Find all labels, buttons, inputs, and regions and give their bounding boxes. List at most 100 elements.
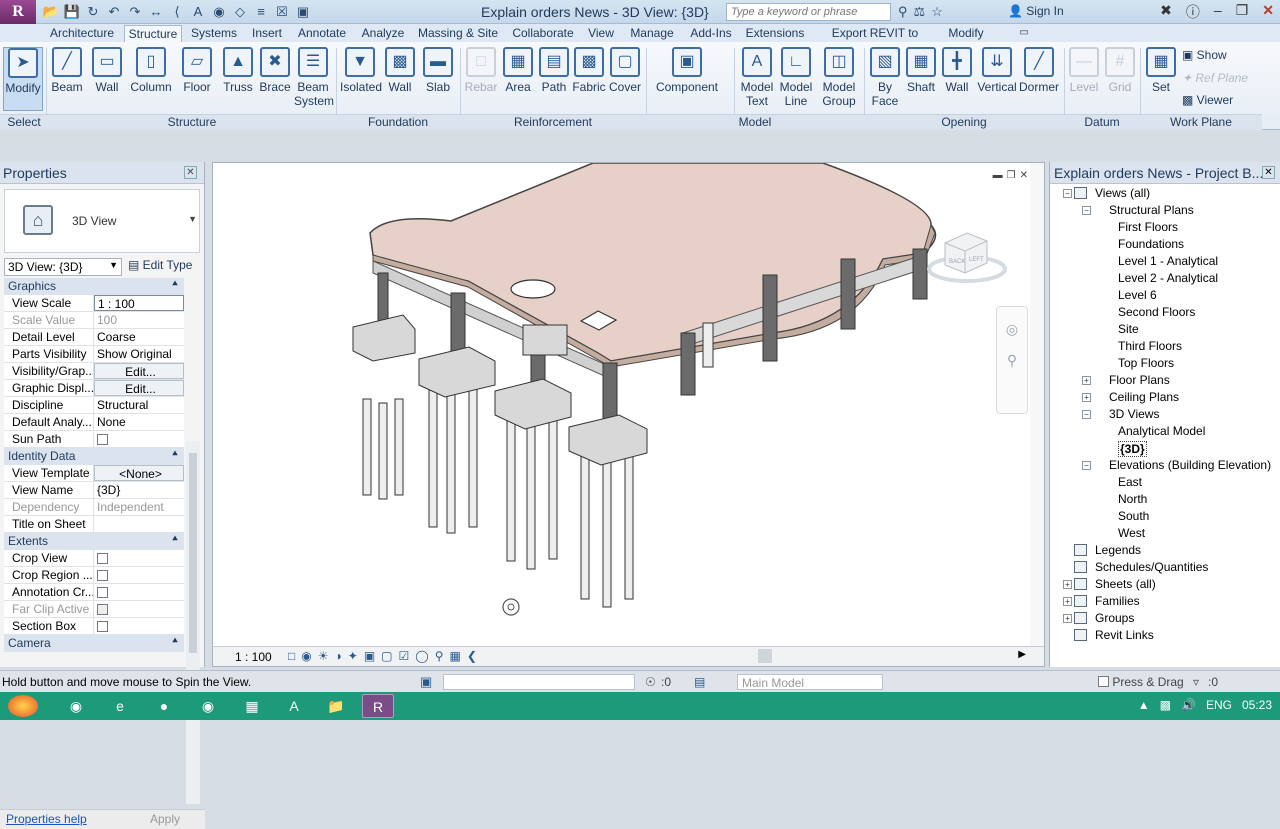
collapse-icon[interactable]: ⯅ xyxy=(171,279,179,290)
search-input[interactable]: Type a keyword or phrase xyxy=(726,3,891,21)
property-group-header[interactable]: Camera ⯅ xyxy=(4,635,184,652)
3d-viewport[interactable]: ▬ ❐ ✕ BACK LEFT ◎ ⚲ 1: 100 □ ◉ ☀ ◑ ✦ ▣ … xyxy=(212,162,1045,667)
browser-item[interactable]: + Groups xyxy=(1050,610,1280,627)
save-icon[interactable]: 💾 xyxy=(63,3,81,21)
network-icon[interactable]: ▩ xyxy=(1160,698,1171,712)
close-hidden-icon[interactable]: ☒ xyxy=(273,3,291,21)
shaft-button[interactable]: ▦ Shaft xyxy=(904,47,938,111)
set-work-plane-button[interactable]: ▦ Set xyxy=(1144,47,1178,111)
clock[interactable]: 05:23 xyxy=(1242,698,1272,712)
binoculars-icon[interactable]: ⚲ xyxy=(898,3,908,21)
acrobat-icon[interactable]: A xyxy=(278,694,310,718)
edit-type-button[interactable]: ▤ Edit Type xyxy=(128,258,192,272)
wall-button[interactable]: ▭ Wall xyxy=(90,47,124,111)
expand-icon[interactable]: + xyxy=(1082,376,1091,385)
browser-item[interactable]: Schedules/Quantities xyxy=(1050,559,1280,576)
browser-item[interactable]: − Elevations (Building Elevation) xyxy=(1050,457,1280,474)
redo-icon[interactable]: ↷ xyxy=(126,3,144,21)
ie-icon[interactable]: e xyxy=(104,694,136,718)
star-icon[interactable]: ☆ xyxy=(931,3,943,21)
tab-systems[interactable]: Systems xyxy=(188,25,240,42)
thin-lines-icon[interactable]: ≡ xyxy=(252,3,270,21)
brace-button[interactable]: ✖ Brace xyxy=(258,47,292,111)
browser-item[interactable]: − Structural Plans xyxy=(1050,202,1280,219)
shadows-icon[interactable]: ◑ xyxy=(335,649,342,663)
property-value[interactable]: 1 : 100 xyxy=(94,295,184,311)
zoom-icon[interactable]: ⚲ xyxy=(997,352,1027,369)
browser-item[interactable]: Site xyxy=(1050,321,1280,338)
language-indicator[interactable]: ENG xyxy=(1206,698,1232,712)
design-option-select[interactable]: Main Model xyxy=(737,674,883,690)
wall-opening-button[interactable]: ╋ Wall xyxy=(940,47,974,111)
detail-level-icon[interactable]: □ xyxy=(288,649,295,663)
floor-button[interactable]: ▱ Floor xyxy=(180,47,214,111)
app-icon[interactable]: ▦ xyxy=(236,694,268,718)
browser-item[interactable]: Third Floors xyxy=(1050,338,1280,355)
subscription-icon[interactable]: ⚖ xyxy=(914,3,926,21)
rebar-button[interactable]: □ Rebar xyxy=(464,47,498,111)
collapse-icon[interactable]: ⯅ xyxy=(171,449,179,460)
property-value[interactable]: {3D} xyxy=(94,482,184,498)
property-group-header[interactable]: Extents ⯅ xyxy=(4,533,184,550)
browser-item[interactable]: South xyxy=(1050,508,1280,525)
property-value[interactable]: Structural xyxy=(94,397,184,413)
selection-filter-icon[interactable]: ☉ xyxy=(645,675,656,689)
start-button[interactable] xyxy=(8,695,38,717)
temp-hide-icon[interactable]: ◯ xyxy=(415,649,428,663)
type-selector[interactable]: ⌂ 3D View ▼ xyxy=(4,189,200,253)
tab-manage[interactable]: Manage xyxy=(624,25,680,42)
analytical-model-icon[interactable]: ▦ xyxy=(450,649,461,663)
tab-insert[interactable]: Insert xyxy=(248,25,286,42)
undo-icon[interactable]: ↶ xyxy=(105,3,123,21)
browser-item[interactable]: East xyxy=(1050,474,1280,491)
slab-button[interactable]: ▬ Slab xyxy=(422,47,454,111)
modify-button[interactable]: ➤ Modify xyxy=(3,47,43,111)
chrome-icon[interactable]: ◉ xyxy=(60,694,92,718)
3d-view-icon[interactable]: ◉ xyxy=(210,3,228,21)
file-explorer-icon[interactable]: 📁 xyxy=(320,694,352,718)
instance-filter-select[interactable]: 3D View: {3D} ▼ xyxy=(4,258,122,276)
tab-architecture[interactable]: Architecture xyxy=(46,25,118,42)
view-vertical-scrollbar[interactable] xyxy=(1030,163,1044,647)
property-value[interactable] xyxy=(94,516,184,532)
view-scale[interactable]: 1 : 100 xyxy=(235,650,272,664)
browser-item[interactable]: North xyxy=(1050,491,1280,508)
measure-icon[interactable]: ↔ xyxy=(147,3,165,21)
exchange-icon[interactable]: ✖ xyxy=(1160,2,1172,22)
reveal-hidden-icon[interactable]: ⚲ xyxy=(435,649,444,663)
browser-item[interactable]: Foundations xyxy=(1050,236,1280,253)
browser-item[interactable]: Level 1 - Analytical xyxy=(1050,253,1280,270)
tab-export-etabs[interactable]: Export REVIT to ETABS xyxy=(816,25,934,56)
collapse-icon[interactable]: ⯅ xyxy=(171,636,179,647)
property-value[interactable]: <None> xyxy=(94,465,184,481)
firefox-icon[interactable]: ● xyxy=(148,694,180,718)
text-icon[interactable]: A xyxy=(189,3,207,21)
browser-item[interactable]: Revit Links xyxy=(1050,627,1280,644)
properties-scrollbar[interactable] xyxy=(186,441,200,804)
press-drag-toggle[interactable]: Press & Drag xyxy=(1098,675,1184,689)
properties-help-link[interactable]: Properties help xyxy=(6,812,87,826)
fabric-button[interactable]: ▩ Fabric xyxy=(572,47,606,111)
browser-item[interactable]: + Ceiling Plans xyxy=(1050,389,1280,406)
beam-button[interactable]: ╱ Beam xyxy=(50,47,84,111)
tab-analyze[interactable]: Analyze xyxy=(358,25,408,42)
property-checkbox[interactable] xyxy=(97,621,108,632)
property-checkbox[interactable] xyxy=(97,587,108,598)
panel-reinforcement[interactable]: Reinforcement xyxy=(460,114,646,130)
browser-item[interactable]: First Floors xyxy=(1050,219,1280,236)
tab-collaborate[interactable]: Collaborate xyxy=(508,25,578,42)
column-button[interactable]: ▯ Column xyxy=(128,47,174,111)
tab-massing-site[interactable]: Massing & Site xyxy=(416,25,500,42)
beam-system-button[interactable]: ☰ Beam System xyxy=(294,47,334,111)
browser-item[interactable]: − 3D Views xyxy=(1050,406,1280,423)
expand-icon[interactable]: + xyxy=(1063,614,1072,623)
component-button[interactable]: ▣ Component xyxy=(654,47,720,111)
steering-wheel-icon[interactable]: ◎ xyxy=(997,321,1027,338)
expand-icon[interactable]: + xyxy=(1063,580,1072,589)
property-checkbox[interactable] xyxy=(97,570,108,581)
truss-button[interactable]: ▲ Truss xyxy=(220,47,256,111)
visual-style-icon[interactable]: ◉ xyxy=(301,649,311,663)
workset-select[interactable] xyxy=(443,674,635,690)
model-text-button[interactable]: A Model Text xyxy=(738,47,776,111)
viewer-button[interactable]: ▩ Viewer xyxy=(1182,93,1233,107)
